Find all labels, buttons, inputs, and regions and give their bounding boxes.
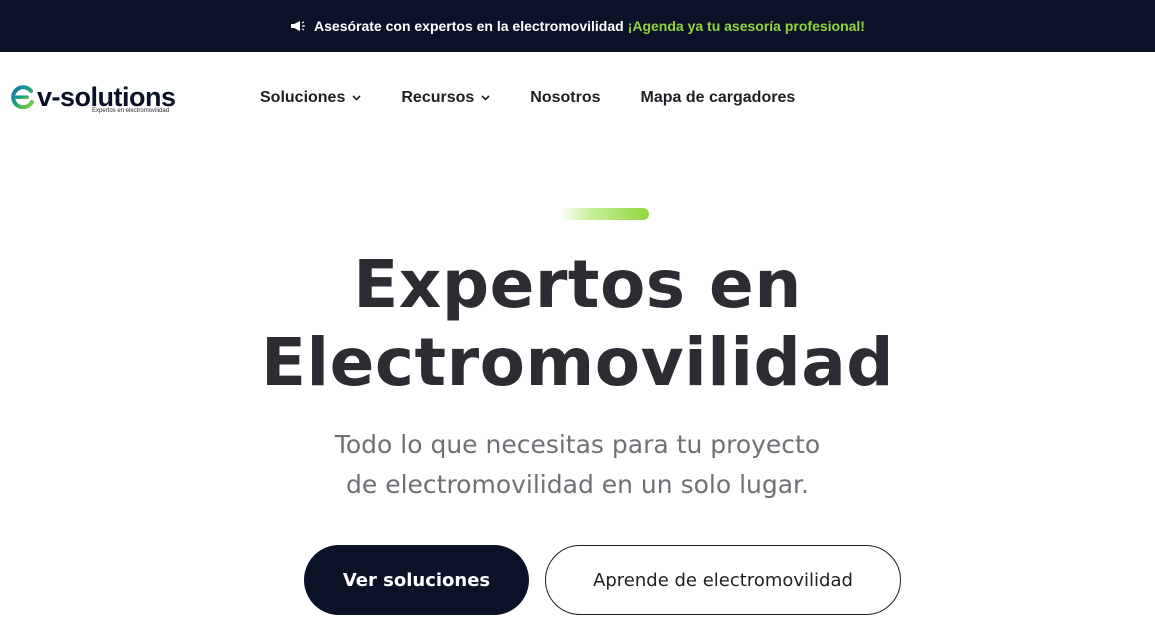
- logo-tagline: Expertos en electromovilidad: [92, 108, 170, 114]
- site-header: v-solutions Expertos en electromovilidad…: [0, 52, 1155, 148]
- hero-title-line2: Electromovilidad: [260, 324, 895, 401]
- megaphone-icon: [290, 20, 306, 32]
- nav-item-soluciones[interactable]: Soluciones: [260, 89, 361, 107]
- nav-item-label: Mapa de cargadores: [640, 89, 796, 106]
- e-plug-logo-icon: [10, 84, 36, 110]
- chevron-down-icon: [481, 95, 490, 101]
- nav-item-recursos[interactable]: Recursos: [401, 89, 490, 107]
- hero-title-line1: Expertos en: [353, 246, 802, 323]
- nav-item-nosotros[interactable]: Nosotros: [530, 89, 600, 107]
- nav-item-label: Recursos: [401, 89, 475, 106]
- hero-subtitle-line1: Todo lo que necesitas para tu proyecto: [334, 430, 821, 459]
- ev-solutions-logo[interactable]: v-solutions Expertos en electromovilidad: [10, 82, 180, 118]
- ver-soluciones-button[interactable]: Ver soluciones: [304, 545, 529, 615]
- announcement-text: Asesórate con expertos en la electromovi…: [314, 18, 624, 34]
- chevron-down-icon: [352, 95, 361, 101]
- aprende-electromovilidad-button[interactable]: Aprende de electromovilidad: [545, 545, 901, 615]
- nav-item-label: Soluciones: [260, 89, 346, 106]
- hero-subtitle: Todo lo que necesitas para tu proyecto d…: [0, 425, 1155, 505]
- hero-subtitle-line2: de electromovilidad en un solo lugar.: [346, 470, 809, 499]
- nav-item-label: Nosotros: [530, 89, 601, 106]
- announcement-bar: Asesórate con expertos en la electromovi…: [0, 0, 1155, 52]
- hero-title: Expertos en Electromovilidad: [0, 246, 1155, 402]
- main-nav: Soluciones Recursos Nosotros Mapa de car…: [260, 89, 835, 107]
- nav-item-mapa-de-cargadores[interactable]: Mapa de cargadores: [641, 89, 796, 107]
- hero-accent-bar: [559, 208, 649, 220]
- announcement-cta-link[interactable]: ¡Agenda ya tu asesoría profesional!: [628, 18, 865, 34]
